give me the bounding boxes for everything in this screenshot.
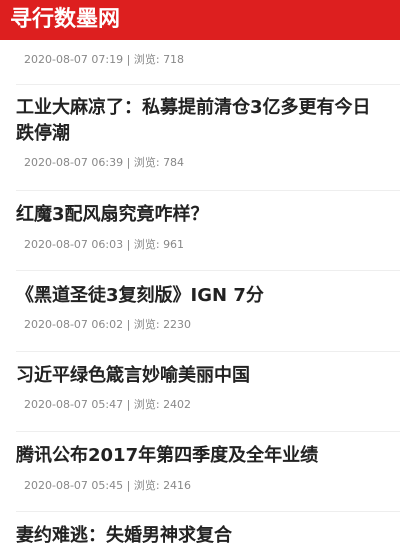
- meta-separator: |: [126, 398, 131, 411]
- article-date: 2020-08-07 06:39: [24, 156, 124, 169]
- divider: [16, 351, 400, 352]
- list-item[interactable]: 习近平绿色箴言妙喻美丽中国 2020-08-07 05:47 | 浏览: 240…: [16, 363, 400, 412]
- divider: [16, 431, 400, 432]
- article-date: 2020-08-07 05:45: [24, 479, 124, 492]
- site-header: 寻行数墨网: [0, 0, 400, 40]
- views-label: 浏览:: [133, 398, 160, 411]
- list-item[interactable]: 《黑道圣徒3复刻版》IGN 7分 2020-08-07 06:02 | 浏览: …: [16, 283, 400, 332]
- article-title[interactable]: 《黑道圣徒3复刻版》IGN 7分: [16, 283, 400, 309]
- article-feed: 2020-08-07 07:19 | 浏览: 718 工业大麻凉了：私募提前清仓…: [0, 40, 400, 551]
- views-count: 2402: [163, 398, 192, 411]
- article-meta: 2020-08-07 06:02 | 浏览: 2230: [16, 318, 400, 332]
- views-count: 961: [163, 238, 185, 251]
- meta-separator: |: [126, 238, 131, 251]
- meta-separator: |: [126, 318, 131, 331]
- views-count: 2416: [163, 479, 192, 492]
- views-label: 浏览:: [133, 156, 160, 169]
- article-title[interactable]: 工业大麻凉了：私募提前清仓3亿多更有今日跌停潮: [16, 95, 400, 147]
- views-count: 2230: [163, 318, 192, 331]
- meta-separator: |: [126, 156, 131, 169]
- article-date: 2020-08-07 07:19: [24, 53, 124, 66]
- divider: [16, 511, 400, 512]
- article-title[interactable]: 习近平绿色箴言妙喻美丽中国: [16, 363, 400, 389]
- site-logo[interactable]: 寻行数墨网: [10, 9, 120, 31]
- views-count: 718: [163, 53, 185, 66]
- article-title[interactable]: 妻约难逃：失婚男神求复合: [16, 523, 400, 549]
- list-item[interactable]: 妻约难逃：失婚男神求复合: [16, 523, 400, 549]
- meta-separator: |: [126, 479, 131, 492]
- article-title[interactable]: 腾讯公布2017年第四季度及全年业绩: [16, 443, 400, 469]
- views-label: 浏览:: [133, 53, 160, 66]
- list-item[interactable]: 2020-08-07 07:19 | 浏览: 718: [16, 53, 400, 67]
- views-label: 浏览:: [133, 318, 160, 331]
- article-date: 2020-08-07 06:02: [24, 318, 124, 331]
- article-meta: 2020-08-07 06:03 | 浏览: 961: [16, 238, 400, 252]
- views-label: 浏览:: [133, 479, 160, 492]
- list-item[interactable]: 红魔3配风扇究竟咋样？ 2020-08-07 06:03 | 浏览: 961: [16, 202, 400, 252]
- divider: [16, 270, 400, 271]
- article-meta: 2020-08-07 07:19 | 浏览: 718: [16, 53, 400, 67]
- views-label: 浏览:: [133, 238, 160, 251]
- article-meta: 2020-08-07 06:39 | 浏览: 784: [16, 156, 400, 170]
- article-date: 2020-08-07 05:47: [24, 398, 124, 411]
- article-date: 2020-08-07 06:03: [24, 238, 124, 251]
- article-title[interactable]: 红魔3配风扇究竟咋样？: [16, 202, 400, 228]
- divider: [16, 84, 400, 85]
- article-meta: 2020-08-07 05:47 | 浏览: 2402: [16, 398, 400, 412]
- divider: [16, 190, 400, 191]
- list-item[interactable]: 腾讯公布2017年第四季度及全年业绩 2020-08-07 05:45 | 浏览…: [16, 443, 400, 493]
- list-item[interactable]: 工业大麻凉了：私募提前清仓3亿多更有今日跌停潮 2020-08-07 06:39…: [16, 95, 400, 170]
- meta-separator: |: [126, 53, 131, 66]
- views-count: 784: [163, 156, 185, 169]
- article-meta: 2020-08-07 05:45 | 浏览: 2416: [16, 479, 400, 493]
